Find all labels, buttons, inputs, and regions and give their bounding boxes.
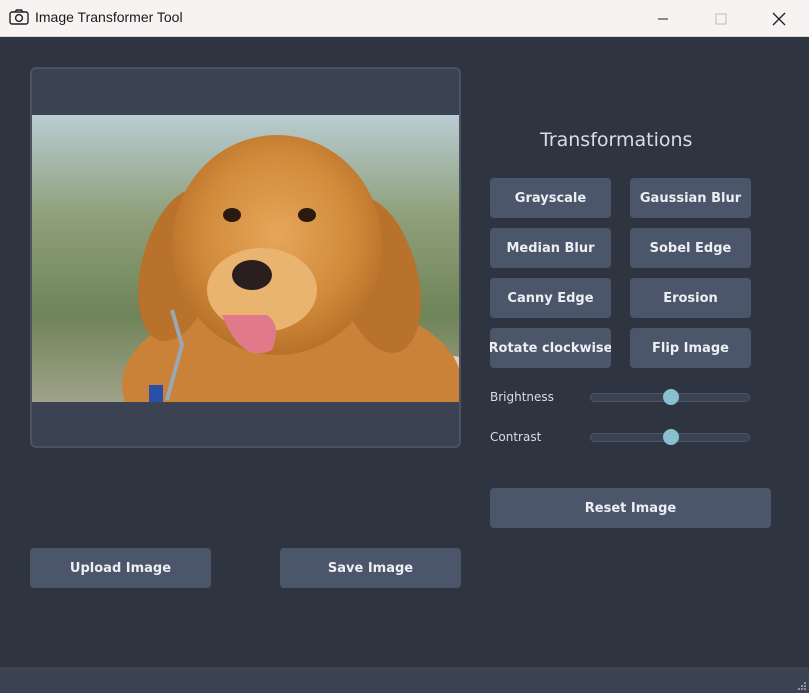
brightness-slider-thumb[interactable] [663,389,679,405]
canny-edge-button[interactable]: Canny Edge [490,278,611,318]
upload-image-button[interactable]: Upload Image [30,548,211,588]
maximize-icon [715,13,727,24]
reset-image-button[interactable]: Reset Image [490,488,771,528]
image-preview [32,115,459,402]
transformations-heading: Transformations [540,129,693,151]
brightness-label: Brightness [490,390,554,404]
contrast-label: Contrast [490,430,542,444]
resize-grip-icon[interactable] [797,681,807,691]
sobel-edge-button[interactable]: Sobel Edge [630,228,751,268]
brightness-slider[interactable] [590,389,750,405]
grayscale-button[interactable]: Grayscale [490,178,611,218]
minimize-icon [658,18,668,19]
contrast-slider[interactable] [590,429,750,445]
flip-image-button[interactable]: Flip Image [630,328,751,368]
contrast-slider-thumb[interactable] [663,429,679,445]
camera-icon [9,9,29,25]
image-preview-frame [30,67,461,448]
status-bar [0,667,809,693]
rotate-clockwise-button[interactable]: Rotate clockwise [490,328,611,368]
window-title: Image Transformer Tool [35,9,183,25]
gaussian-blur-button[interactable]: Gaussian Blur [630,178,751,218]
erosion-button[interactable]: Erosion [630,278,751,318]
maximize-button[interactable] [698,0,744,37]
save-image-button[interactable]: Save Image [280,548,461,588]
title-bar: Image Transformer Tool [0,0,809,37]
median-blur-button[interactable]: Median Blur [490,228,611,268]
minimize-button[interactable] [640,0,686,37]
close-icon [772,12,786,25]
close-button[interactable] [756,0,802,37]
